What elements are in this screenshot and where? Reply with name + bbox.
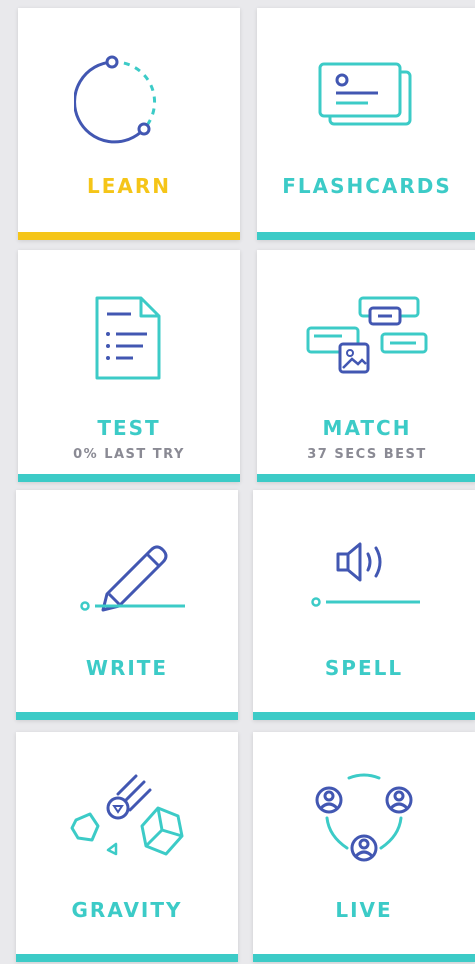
gravity-accent-bar	[16, 954, 238, 962]
live-label: LIVE	[335, 898, 393, 922]
gravity-tile[interactable]: GRAVITY	[16, 732, 238, 962]
match-cards-icon	[306, 296, 428, 374]
learn-accent-bar	[18, 232, 240, 240]
flashcards-label: FLASHCARDS	[282, 174, 452, 198]
match-label: MATCH	[322, 416, 412, 440]
learn-label: LEARN	[86, 174, 172, 198]
gravity-label: GRAVITY	[71, 898, 183, 922]
pencil-icon	[80, 545, 185, 612]
write-accent-bar	[16, 712, 238, 720]
live-accent-bar	[253, 954, 475, 962]
match-best-time: 37 SECS BEST	[307, 447, 427, 462]
flashcards-accent-bar	[257, 232, 475, 240]
spell-accent-bar	[253, 712, 475, 720]
live-tile[interactable]: LIVE	[253, 732, 475, 962]
write-tile[interactable]: WRITE	[16, 490, 238, 720]
write-label: WRITE	[85, 656, 169, 680]
flashcards-icon	[318, 62, 412, 126]
match-accent-bar	[257, 474, 475, 482]
asteroid-icon	[70, 774, 184, 856]
test-tile[interactable]: TEST 0% LAST TRY	[18, 250, 240, 482]
learn-progress-icon	[74, 55, 157, 144]
match-tile[interactable]: MATCH 37 SECS BEST	[257, 250, 475, 482]
spell-tile[interactable]: SPELL	[253, 490, 475, 720]
test-accent-bar	[18, 474, 240, 482]
test-document-icon	[95, 296, 161, 380]
spell-label: SPELL	[324, 656, 404, 680]
learn-tile[interactable]: LEARN	[18, 8, 240, 240]
speaker-icon	[311, 542, 420, 607]
flashcards-tile[interactable]: FLASHCARDS	[257, 8, 475, 240]
test-last-try: 0% LAST TRY	[73, 447, 185, 462]
live-group-icon	[315, 773, 413, 862]
test-label: TEST	[97, 416, 161, 440]
